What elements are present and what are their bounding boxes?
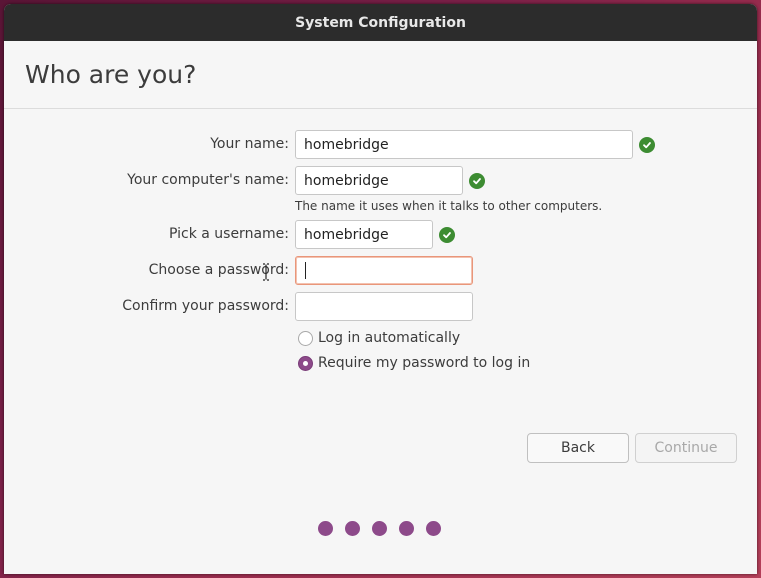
computer-name-label: Your computer's name: bbox=[127, 172, 289, 188]
confirm-password-label: Confirm your password: bbox=[122, 298, 289, 314]
progress-dots bbox=[318, 521, 441, 536]
computer-name-hint: The name it uses when it talks to other … bbox=[295, 199, 603, 213]
progress-dot bbox=[345, 521, 360, 536]
require-password-label: Require my password to log in bbox=[318, 355, 531, 371]
progress-dot bbox=[426, 521, 441, 536]
ibeam-cursor-icon bbox=[263, 263, 269, 281]
check-circle-icon bbox=[639, 137, 655, 153]
name-label: Your name: bbox=[210, 136, 289, 152]
header-divider bbox=[4, 108, 757, 109]
check-circle-icon bbox=[469, 173, 485, 189]
back-button[interactable]: Back bbox=[527, 433, 629, 463]
progress-dot bbox=[318, 521, 333, 536]
username-input[interactable] bbox=[295, 220, 433, 249]
continue-button[interactable]: Continue bbox=[635, 433, 737, 463]
window-titlebar: System Configuration bbox=[4, 4, 757, 41]
confirm-password-input[interactable] bbox=[295, 292, 473, 321]
password-input[interactable] bbox=[295, 256, 473, 285]
progress-dot bbox=[399, 521, 414, 536]
login-automatically-label: Log in automatically bbox=[318, 330, 461, 346]
installer-window: System Configuration Who are you? Your n… bbox=[4, 4, 757, 574]
page-title: Who are you? bbox=[25, 60, 197, 89]
progress-dot bbox=[372, 521, 387, 536]
login-automatically-option[interactable]: Log in automatically bbox=[298, 330, 460, 346]
computer-name-input[interactable] bbox=[295, 166, 463, 195]
name-input[interactable] bbox=[295, 130, 633, 159]
window-title: System Configuration bbox=[295, 14, 466, 31]
radio-unchecked[interactable] bbox=[298, 330, 313, 346]
radio-checked[interactable] bbox=[298, 355, 313, 371]
username-label: Pick a username: bbox=[168, 226, 289, 242]
require-password-option[interactable]: Require my password to log in bbox=[298, 355, 530, 371]
check-circle-icon bbox=[439, 227, 455, 243]
text-caret bbox=[305, 262, 306, 279]
